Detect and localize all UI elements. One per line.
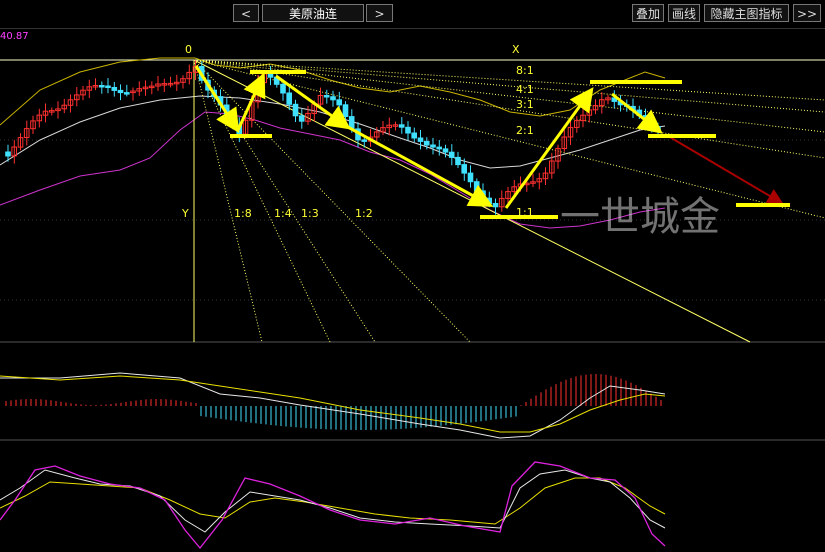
candle-body xyxy=(105,85,111,88)
candle-body xyxy=(99,85,105,88)
kdj-d-line xyxy=(0,477,666,525)
macd-panel xyxy=(0,372,666,439)
watermark: 一世城金 xyxy=(560,194,720,240)
ratio-1-2-label: 1:2 xyxy=(355,207,373,220)
candle-body xyxy=(111,87,118,91)
candle-body xyxy=(330,96,336,101)
candle-body xyxy=(124,92,130,95)
candle-body xyxy=(430,144,436,148)
ratio-1-4-label: 1:4 xyxy=(274,207,292,220)
candle-body xyxy=(423,140,430,146)
candle-body xyxy=(292,103,299,117)
candle-body xyxy=(298,115,305,122)
kdj-j-line xyxy=(0,461,666,550)
fan-y-label: Y xyxy=(181,207,189,220)
candle-body xyxy=(267,73,274,78)
candle-body xyxy=(461,164,467,174)
ratio-4-1-label: 4:1 xyxy=(516,83,534,96)
ratio-1-8-label: 1:8 xyxy=(234,207,252,220)
candle-body xyxy=(417,137,424,142)
ratio-1-3-label: 1:3 xyxy=(301,207,319,220)
candle-body xyxy=(467,172,474,183)
candle-body xyxy=(398,124,405,128)
candle-body xyxy=(323,95,330,98)
projection-arrow xyxy=(667,135,784,205)
kdj-panel xyxy=(0,461,666,550)
kdj-k-line xyxy=(0,469,666,533)
candle-body xyxy=(5,151,11,157)
fan-line-lower xyxy=(193,59,331,343)
candle-body xyxy=(280,83,286,94)
fan-origin-label: 0 xyxy=(185,43,192,56)
swing-arrow xyxy=(611,92,663,134)
candle-body xyxy=(411,132,417,139)
ratio-3-1-label: 3:1 xyxy=(516,98,534,111)
macd-dea-line xyxy=(0,375,666,433)
fan-x-label: X xyxy=(512,43,520,56)
ratio-8-1-label: 8:1 xyxy=(516,64,534,77)
candle-body xyxy=(448,151,455,158)
candle-body xyxy=(336,99,342,106)
candle-body xyxy=(405,126,411,134)
ratio-1-1-label: 1:1 xyxy=(516,206,534,219)
macd-dif-line xyxy=(0,372,666,439)
candle-body xyxy=(436,146,442,150)
candle-body xyxy=(117,89,124,94)
ratio-2-1-label: 2:1 xyxy=(516,124,534,137)
candle-body xyxy=(480,190,486,199)
fan-line-upper xyxy=(193,59,825,159)
candle-body xyxy=(455,156,461,166)
chart-canvas[interactable]: 0 X Y 8:1 4:1 3:1 2:1 1:1 1:8 1:4 1:3 1:… xyxy=(0,0,825,552)
candle-body xyxy=(473,181,480,192)
candle-body xyxy=(286,92,292,105)
candles xyxy=(5,60,661,215)
candle-body xyxy=(361,139,367,142)
candle-body xyxy=(342,104,349,118)
candle-body xyxy=(492,203,499,208)
candle-body xyxy=(442,148,449,153)
